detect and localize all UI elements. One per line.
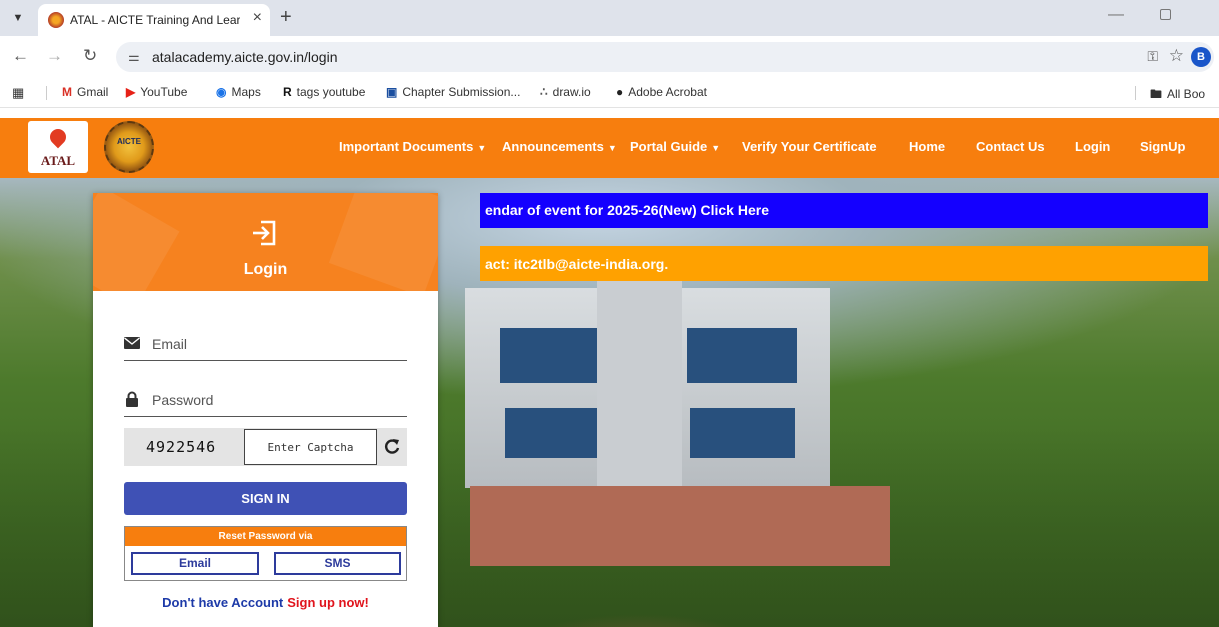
tab-search-chevron-icon[interactable]: ▼ (8, 8, 28, 28)
browser-tab[interactable]: ATAL - AICTE Training And Learn × (38, 4, 270, 36)
drawio-icon: ∴ (540, 85, 548, 99)
bookmarks-bar: ▦ M Gmail ▶ YouTube ◉ Maps Rtags youtube ▣ C… (0, 78, 1219, 108)
password-field[interactable] (124, 387, 407, 417)
lock-icon (126, 391, 138, 407)
apps-grid-icon[interactable]: ▦ (12, 85, 24, 101)
email-input[interactable] (152, 333, 402, 355)
nav-important-documents[interactable]: Important Documents ▼ (339, 139, 486, 154)
sign-in-button[interactable]: SIGN IN (124, 482, 407, 515)
browser-toolbar: ← → ↻ ⚌ atalacademy.aicte.gov.in/login ⚿… (0, 36, 1219, 78)
nav-verify-certificate[interactable]: Verify Your Certificate (742, 139, 877, 154)
nav-announcements[interactable]: Announcements ▼ (502, 139, 617, 154)
email-field[interactable] (124, 331, 407, 361)
nav-contact-us[interactable]: Contact Us (976, 139, 1045, 154)
youtube-icon: ▶ (126, 85, 136, 99)
gmail-icon: M (62, 85, 72, 99)
sign-in-icon (253, 220, 276, 246)
aicte-logo[interactable]: AICTE (104, 121, 154, 173)
login-title: Login (243, 261, 288, 278)
bookmark-adobe-acrobat[interactable]: ● Adobe Acrobat (616, 85, 707, 99)
r-letter-icon: R (283, 85, 292, 99)
contact-ticker: act: itc2tlb@aicte-india.org. (480, 246, 1208, 281)
bookmark-gmail[interactable]: M Gmail (62, 85, 108, 99)
reload-icon[interactable]: ↻ (83, 46, 97, 66)
tab-title: ATAL - AICTE Training And Learn (70, 13, 240, 27)
browser-tab-bar: ▼ ATAL - AICTE Training And Learn × + — (0, 0, 1219, 36)
nav-login[interactable]: Login (1075, 139, 1110, 154)
reset-password-box: Reset Password via Email SMS (124, 526, 407, 581)
window-restore-icon[interactable] (1160, 9, 1171, 20)
globe-icon: ● (616, 85, 624, 99)
reset-via-email-button[interactable]: Email (131, 552, 259, 575)
password-input[interactable] (152, 389, 402, 411)
atal-logo[interactable]: ATAL (28, 121, 88, 173)
profile-avatar[interactable]: B (1191, 47, 1211, 67)
all-bookmarks-folder[interactable]: 🖿 All Boo (1150, 85, 1205, 106)
maps-pin-icon: ◉ (216, 85, 227, 99)
captcha-input[interactable] (244, 429, 377, 465)
bookmarks-divider (1135, 86, 1136, 100)
caret-down-icon: ▼ (477, 143, 487, 153)
flame-icon (46, 125, 70, 149)
sign-up-link[interactable]: Sign up now! (287, 595, 369, 610)
nav-home[interactable]: Home (909, 139, 945, 154)
campus-tower-image (597, 278, 682, 508)
bookmark-maps[interactable]: ◉ Maps (216, 85, 261, 99)
login-card: Login 4922546 SIGN IN (93, 193, 438, 627)
window-minimize-icon[interactable]: — (1108, 6, 1124, 24)
password-key-icon[interactable]: ⚿ (1147, 48, 1158, 65)
reset-via-sms-button[interactable]: SMS (274, 552, 401, 575)
bookmarks-divider (46, 86, 47, 100)
caret-down-icon: ▼ (607, 143, 617, 153)
envelope-icon (124, 337, 140, 349)
caret-down-icon: ▼ (711, 143, 721, 153)
address-bar[interactable]: ⚌ atalacademy.aicte.gov.in/login ⚿ ☆ B (116, 42, 1214, 72)
campus-plaza-image (470, 486, 890, 566)
bookmark-tags-youtube[interactable]: Rtags youtube (283, 85, 365, 99)
bookmark-chapter-submission[interactable]: ▣ Chapter Submission... (386, 85, 520, 99)
new-tab-plus-icon[interactable]: + (280, 6, 292, 29)
atal-favicon-icon (48, 12, 64, 28)
url-text[interactable]: atalacademy.aicte.gov.in/login (152, 49, 337, 65)
chapter-icon: ▣ (386, 85, 398, 99)
captcha-code: 4922546 (146, 438, 217, 456)
site-info-icon[interactable]: ⚌ (128, 49, 140, 65)
bookmark-youtube[interactable]: ▶ YouTube (126, 85, 187, 99)
login-card-header: Login (93, 193, 438, 291)
captcha-row: 4922546 (124, 428, 407, 466)
calendar-ticker[interactable]: endar of event for 2025-26(New) Click He… (480, 193, 1208, 228)
bookmark-star-icon[interactable]: ☆ (1169, 46, 1184, 66)
back-arrow-icon[interactable]: ← (12, 46, 29, 66)
web-page: ATAL AICTE Important Documents ▼ Announce… (0, 118, 1219, 627)
forward-arrow-icon[interactable]: → (46, 46, 63, 66)
tab-close-icon[interactable]: × (253, 9, 262, 27)
reset-password-heading: Reset Password via (125, 527, 406, 546)
signup-prompt: Don't have Account Sign up now! (162, 595, 369, 610)
folder-icon: 🖿 (1150, 87, 1163, 101)
site-navbar: ATAL AICTE Important Documents ▼ Announce… (0, 118, 1219, 178)
nav-portal-guide[interactable]: Portal Guide ▼ (630, 139, 720, 154)
refresh-captcha-icon[interactable] (382, 437, 402, 457)
bookmark-drawio[interactable]: ∴ draw.io (540, 85, 591, 99)
nav-signup[interactable]: SignUp (1140, 139, 1186, 154)
